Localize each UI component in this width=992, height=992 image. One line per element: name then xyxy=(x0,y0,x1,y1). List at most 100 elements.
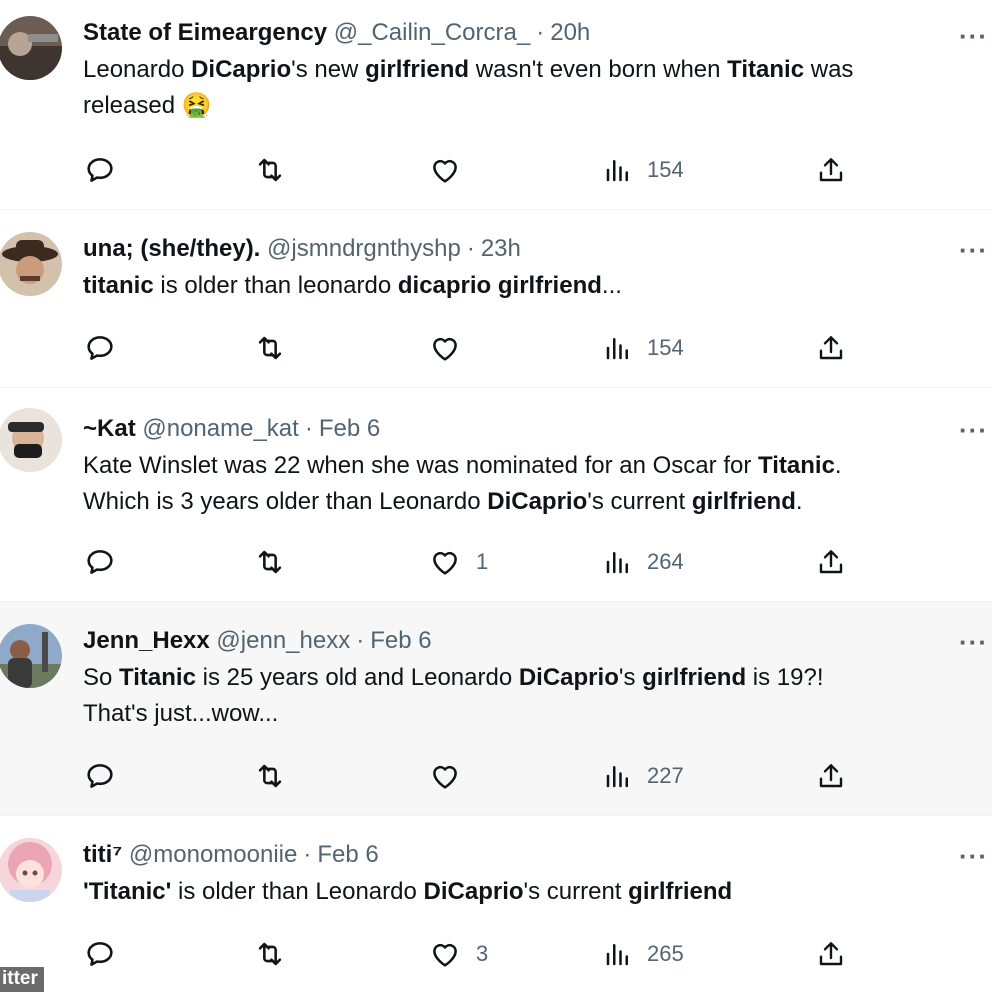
heart-icon xyxy=(433,159,457,183)
view-count: 265 xyxy=(647,941,684,966)
share-button[interactable] xyxy=(815,936,847,972)
reply-icon xyxy=(87,336,113,360)
more-icon[interactable]: ··· xyxy=(959,843,988,869)
view-count: 154 xyxy=(647,157,684,182)
views-button[interactable]: 227 xyxy=(603,758,684,794)
timestamp[interactable]: Feb 6 xyxy=(317,841,378,868)
avatar[interactable] xyxy=(0,16,62,80)
reply-button[interactable] xyxy=(83,330,117,366)
like-count: 1 xyxy=(476,549,489,574)
heart-icon xyxy=(433,943,457,967)
display-name[interactable]: ~Kat xyxy=(83,415,136,442)
tweet-text: So Titanic is 25 years old and Leonardo … xyxy=(83,664,824,727)
tweet-header: ~Kat @noname_kat · Feb 6 xyxy=(83,415,381,442)
reply-icon xyxy=(87,158,113,182)
like-button[interactable]: 3 xyxy=(428,936,488,972)
view-count: 264 xyxy=(647,549,684,574)
tweet-header: State of Eimeargency @_Cailin_Corcra_ · 20… xyxy=(83,19,591,46)
like-button[interactable]: 1 xyxy=(428,544,488,580)
retweet-button[interactable] xyxy=(253,936,287,972)
share-icon xyxy=(819,550,843,574)
reply-icon xyxy=(87,942,113,966)
tweet-text: 'Titanic' is older than Leonardo DiCapri… xyxy=(83,878,733,905)
share-button[interactable] xyxy=(815,330,847,366)
reply-button[interactable] xyxy=(83,936,117,972)
share-icon xyxy=(819,336,843,360)
tweet-header: una; (she/they). @jsmndrgnthyshp · 23h xyxy=(83,235,521,262)
reply-icon xyxy=(87,764,113,788)
heart-icon xyxy=(433,765,457,789)
reply-button[interactable] xyxy=(83,152,117,188)
share-button[interactable] xyxy=(815,758,847,794)
share-button[interactable] xyxy=(815,152,847,188)
emoji: 🤮 xyxy=(181,92,212,119)
tweet-text: titanic is older than leonardo dicaprio … xyxy=(83,272,622,299)
avatar[interactable] xyxy=(0,232,62,296)
share-icon xyxy=(819,158,843,182)
retweet-button[interactable] xyxy=(253,758,287,794)
views-button[interactable]: 154 xyxy=(603,330,684,366)
user-handle[interactable]: @_Cailin_Corcra_ xyxy=(334,19,530,46)
avatar[interactable] xyxy=(0,838,62,902)
more-icon[interactable]: ··· xyxy=(959,23,988,49)
source-watermark: itter xyxy=(0,967,44,992)
like-button[interactable] xyxy=(428,330,476,366)
more-icon[interactable]: ··· xyxy=(959,237,988,263)
display-name[interactable]: una; (she/they). xyxy=(83,235,260,262)
views-icon xyxy=(606,552,628,574)
retweet-button[interactable] xyxy=(253,330,287,366)
heart-icon xyxy=(433,337,457,361)
like-button[interactable] xyxy=(428,152,476,188)
tweet-text: Kate Winslet was 22 when she was nominat… xyxy=(83,452,842,515)
user-handle[interactable]: @noname_kat xyxy=(142,415,298,442)
tweet-feed: State of Eimeargency @_Cailin_Corcra_ · 20… xyxy=(0,0,992,992)
views-icon xyxy=(606,160,628,182)
reply-button[interactable] xyxy=(83,544,117,580)
retweet-icon xyxy=(258,550,282,574)
like-button[interactable] xyxy=(428,758,476,794)
views-button[interactable]: 264 xyxy=(603,544,684,580)
tweet-header: Jenn_Hexx @jenn_hexx · Feb 6 xyxy=(83,627,432,654)
tweet-3[interactable]: ~Kat @noname_kat · Feb 6 Kate Winslet was … xyxy=(0,388,992,602)
display-name[interactable]: State of Eimeargency xyxy=(83,19,327,46)
reply-button[interactable] xyxy=(83,758,117,794)
user-handle[interactable]: @monomooniie xyxy=(129,841,297,868)
more-icon[interactable]: ··· xyxy=(959,417,988,443)
more-icon[interactable]: ··· xyxy=(959,629,988,655)
tweet-5[interactable]: titi⁷ @monomooniie · Feb 6 'Titanic' is ol… xyxy=(0,816,992,992)
tweet-1[interactable]: State of Eimeargency @_Cailin_Corcra_ · 20… xyxy=(0,0,992,210)
timestamp[interactable]: Feb 6 xyxy=(370,627,431,654)
heart-icon xyxy=(433,551,457,575)
retweet-icon xyxy=(258,942,282,966)
display-name[interactable]: titi⁷ xyxy=(83,841,122,868)
tweet-2[interactable]: una; (she/they). @jsmndrgnthyshp · 23h tit… xyxy=(0,210,992,388)
share-icon xyxy=(819,764,843,788)
tweet-4[interactable]: Jenn_Hexx @jenn_hexx · Feb 6 So Titanic is… xyxy=(0,602,992,816)
view-count: 154 xyxy=(647,335,684,360)
user-handle[interactable]: @jenn_hexx xyxy=(216,627,350,654)
timestamp[interactable]: 20h xyxy=(550,19,590,46)
retweet-button[interactable] xyxy=(253,544,287,580)
user-handle[interactable]: @jsmndrgnthyshp xyxy=(267,235,461,262)
share-icon xyxy=(819,942,843,966)
views-button[interactable]: 154 xyxy=(603,152,684,188)
display-name[interactable]: Jenn_Hexx xyxy=(83,627,210,654)
tweet-header: titi⁷ @monomooniie · Feb 6 xyxy=(83,841,379,868)
avatar[interactable] xyxy=(0,408,62,472)
retweet-button[interactable] xyxy=(253,152,287,188)
views-icon xyxy=(606,944,628,966)
share-button[interactable] xyxy=(815,544,847,580)
tweet-text: Leonardo DiCaprio's new girlfriend wasn'… xyxy=(83,56,854,119)
views-icon xyxy=(606,338,628,360)
retweet-icon xyxy=(258,158,282,182)
views-button[interactable]: 265 xyxy=(603,936,684,972)
avatar[interactable] xyxy=(0,624,62,688)
retweet-icon xyxy=(258,336,282,360)
reply-icon xyxy=(87,550,113,574)
views-icon xyxy=(606,766,628,788)
timestamp[interactable]: 23h xyxy=(481,235,521,262)
retweet-icon xyxy=(258,764,282,788)
timestamp[interactable]: Feb 6 xyxy=(319,415,380,442)
like-count: 3 xyxy=(476,941,489,966)
view-count: 227 xyxy=(647,763,684,788)
